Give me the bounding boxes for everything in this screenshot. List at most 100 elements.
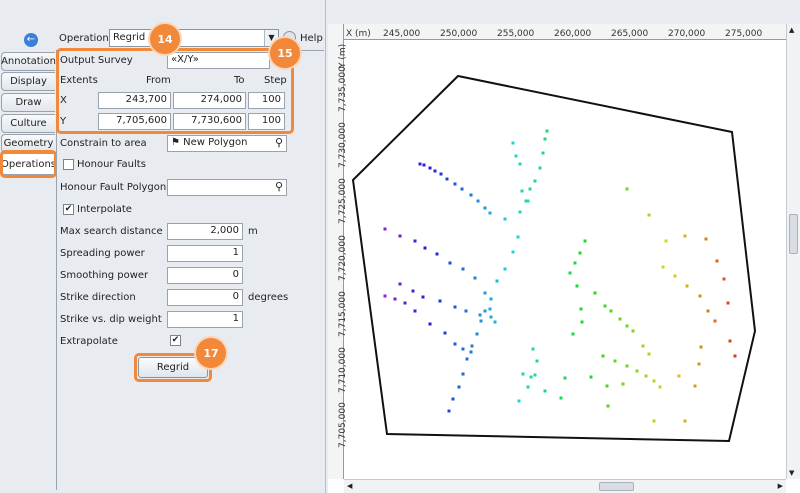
back-arrow-icon[interactable]: ← bbox=[24, 33, 38, 47]
data-point bbox=[568, 271, 572, 275]
data-point bbox=[439, 172, 443, 176]
max-search-unit: m bbox=[248, 226, 258, 237]
honour-fault-polygons-field[interactable]: ⚲ bbox=[167, 179, 287, 196]
data-point bbox=[699, 345, 703, 349]
data-point bbox=[589, 375, 593, 379]
data-point bbox=[489, 315, 493, 319]
extrapolate-label: Extrapolate bbox=[60, 336, 118, 347]
spreading-input[interactable]: 1 bbox=[167, 245, 243, 262]
constrain-field[interactable]: ⚑ New Polygon ⚲ bbox=[167, 135, 287, 152]
strike-dip-input[interactable]: 1 bbox=[167, 311, 243, 328]
tab-draw[interactable]: Draw bbox=[1, 93, 55, 112]
vertical-scrollbar[interactable]: ▲ ▼ bbox=[786, 24, 800, 479]
max-search-label: Max search distance bbox=[60, 226, 163, 237]
data-point bbox=[460, 187, 464, 191]
data-point bbox=[625, 364, 629, 368]
data-point bbox=[728, 339, 732, 343]
tab-display[interactable]: Display bbox=[1, 72, 55, 91]
data-point bbox=[601, 354, 605, 358]
max-search-input[interactable]: 2,000 bbox=[167, 223, 243, 240]
data-point bbox=[511, 250, 515, 254]
data-point bbox=[447, 409, 451, 413]
data-point bbox=[528, 187, 532, 191]
extrapolate-checkbox[interactable]: ✔ bbox=[170, 335, 181, 346]
data-point bbox=[453, 305, 457, 309]
x-tick: 270,000 bbox=[668, 29, 706, 39]
data-point bbox=[664, 239, 668, 243]
data-point bbox=[435, 252, 439, 256]
data-point bbox=[464, 309, 468, 313]
data-point bbox=[495, 279, 499, 283]
strike-input[interactable]: 0 bbox=[167, 289, 243, 306]
data-point bbox=[573, 261, 577, 265]
data-point bbox=[631, 329, 635, 333]
data-point bbox=[443, 331, 447, 335]
data-point bbox=[578, 251, 582, 255]
honour-faults-checkbox[interactable] bbox=[63, 159, 74, 170]
data-point bbox=[411, 289, 415, 293]
horizontal-scroll-thumb[interactable] bbox=[599, 482, 634, 491]
smoothing-input[interactable]: 0 bbox=[167, 267, 243, 284]
data-point bbox=[489, 297, 493, 301]
data-point bbox=[580, 320, 584, 324]
data-point bbox=[469, 350, 473, 354]
data-point bbox=[613, 359, 617, 363]
scroll-left-icon[interactable]: ◀ bbox=[347, 482, 352, 490]
data-point bbox=[543, 389, 547, 393]
tab-label: Culture bbox=[10, 118, 47, 129]
data-point bbox=[413, 309, 417, 313]
data-points bbox=[383, 129, 737, 423]
constrain-value: New Polygon bbox=[183, 137, 248, 148]
interpolate-checkbox[interactable]: ✔ bbox=[63, 204, 74, 215]
x-tick: 245,000 bbox=[383, 29, 421, 39]
data-point bbox=[461, 372, 465, 376]
data-point bbox=[563, 376, 567, 380]
strike-unit: degrees bbox=[248, 292, 289, 303]
data-point bbox=[453, 342, 457, 346]
data-point bbox=[469, 193, 473, 197]
vertical-scroll-thumb[interactable] bbox=[789, 214, 798, 254]
help-label[interactable]: Help bbox=[300, 33, 323, 44]
data-point bbox=[698, 294, 702, 298]
data-point bbox=[531, 347, 535, 351]
data-point bbox=[453, 182, 457, 186]
map-canvas[interactable] bbox=[345, 41, 787, 479]
interpolate-label: Interpolate bbox=[77, 204, 132, 215]
tab-annotation[interactable]: Annotation bbox=[1, 52, 56, 71]
data-point bbox=[652, 419, 656, 423]
data-point bbox=[559, 396, 563, 400]
data-point bbox=[488, 307, 492, 311]
data-point bbox=[470, 344, 474, 348]
data-point bbox=[625, 324, 629, 328]
data-point bbox=[457, 385, 461, 389]
data-point bbox=[461, 267, 465, 271]
data-point bbox=[641, 344, 645, 348]
callout-14: 14 bbox=[150, 24, 180, 54]
data-point bbox=[418, 162, 422, 166]
data-point bbox=[625, 187, 629, 191]
data-point bbox=[403, 301, 407, 305]
operation-select[interactable]: Regrid ▼ bbox=[109, 29, 279, 47]
data-point bbox=[520, 189, 524, 193]
operations-tab-highlight bbox=[0, 150, 57, 178]
search-icon[interactable]: ⚲ bbox=[275, 136, 283, 149]
tab-culture[interactable]: Culture bbox=[1, 114, 55, 133]
scroll-up-icon[interactable]: ▲ bbox=[789, 26, 794, 34]
data-point bbox=[733, 354, 737, 358]
data-point bbox=[683, 234, 687, 238]
data-point bbox=[511, 141, 515, 145]
data-point bbox=[451, 397, 455, 401]
data-point bbox=[478, 313, 482, 317]
data-point bbox=[543, 137, 547, 141]
data-point bbox=[514, 154, 518, 158]
data-point bbox=[423, 246, 427, 250]
tab-label: Geometry bbox=[3, 138, 54, 149]
scroll-right-icon[interactable]: ▶ bbox=[778, 482, 783, 490]
honour-fault-polygons-label: Honour Fault Polygons bbox=[60, 182, 172, 193]
data-point bbox=[579, 307, 583, 311]
scroll-down-icon[interactable]: ▼ bbox=[789, 469, 794, 477]
horizontal-scrollbar[interactable]: ◀ ▶ bbox=[344, 479, 786, 493]
search-icon[interactable]: ⚲ bbox=[275, 180, 283, 193]
data-point bbox=[593, 291, 597, 295]
data-point bbox=[647, 352, 651, 356]
